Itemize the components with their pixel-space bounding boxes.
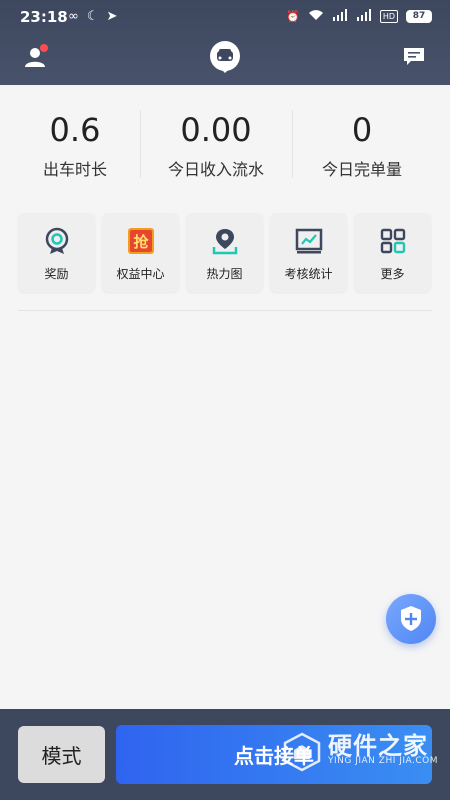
stat-label: 今日完单量: [321, 160, 402, 179]
stat-income: 0.00 今日收入流水: [141, 110, 291, 180]
alarm-icon: ⏰: [286, 10, 300, 23]
signal-icon-2: [356, 9, 372, 24]
tool-label: 考核统计: [284, 267, 333, 281]
stat-drive-time: 0.6 出车时长: [0, 110, 150, 180]
stat-label: 出车时长: [42, 160, 107, 179]
navigation-icon: ➤: [106, 9, 118, 24]
stat-orders: 0 今日完单量: [287, 110, 437, 180]
grab-badge-text: 抢: [133, 233, 149, 251]
award-icon: [45, 227, 68, 254]
wifi-icon: [308, 9, 324, 24]
grid-more-icon: [380, 228, 405, 254]
status-time: 23:18: [20, 8, 68, 26]
stat-value: 0.6: [49, 111, 101, 149]
hd-icon: HD: [379, 10, 398, 23]
status-bar: 23:18 ∞ ☾ ➤ ⏰ HD 87: [0, 6, 450, 30]
map-pin-icon: [212, 229, 237, 255]
infinity-icon: ∞: [68, 9, 79, 24]
notification-dot: [40, 44, 48, 52]
message-icon[interactable]: [403, 47, 425, 67]
tool-benefits[interactable]: 抢 权益中心: [102, 213, 179, 292]
signal-icon-1: [332, 9, 348, 24]
section-divider: [18, 310, 432, 311]
tool-label: 奖励: [44, 267, 69, 281]
car-logo-icon: [210, 41, 240, 73]
app-header: 23:18 ∞ ☾ ➤ ⏰ HD 87: [0, 0, 450, 85]
stats-panel: 0.6 出车时长 0.00 今日收入流水 0 今日完单量: [0, 110, 450, 190]
bottom-bar: 模式 点击接单: [0, 709, 450, 800]
tool-label: 权益中心: [116, 267, 165, 281]
grab-badge-icon: 抢: [127, 228, 154, 254]
tools-row: 奖励 抢 权益中心 热力图 考核统计 更多: [18, 213, 432, 293]
tool-award[interactable]: 奖励: [18, 213, 95, 292]
accept-order-button[interactable]: 点击接单: [116, 725, 432, 784]
tool-assessment[interactable]: 考核统计: [270, 213, 347, 292]
battery-icon: 87: [406, 10, 432, 23]
stat-label: 今日收入流水: [167, 160, 264, 179]
tool-label: 更多: [380, 267, 405, 281]
stat-value: 0: [351, 111, 373, 149]
tool-label: 热力图: [206, 267, 243, 281]
moon-icon: ☾: [86, 9, 99, 24]
status-left-icons: ∞ ☾ ➤: [68, 9, 117, 24]
tool-more[interactable]: 更多: [354, 213, 431, 292]
stat-value: 0.00: [180, 111, 252, 149]
status-right-icons: ⏰ HD 87: [286, 9, 432, 24]
safety-shield-button[interactable]: [386, 594, 436, 644]
chart-board-icon: [295, 228, 322, 254]
tool-heatmap[interactable]: 热力图: [186, 213, 263, 292]
mode-button[interactable]: 模式: [18, 726, 105, 783]
shield-plus-icon: [401, 606, 421, 631]
